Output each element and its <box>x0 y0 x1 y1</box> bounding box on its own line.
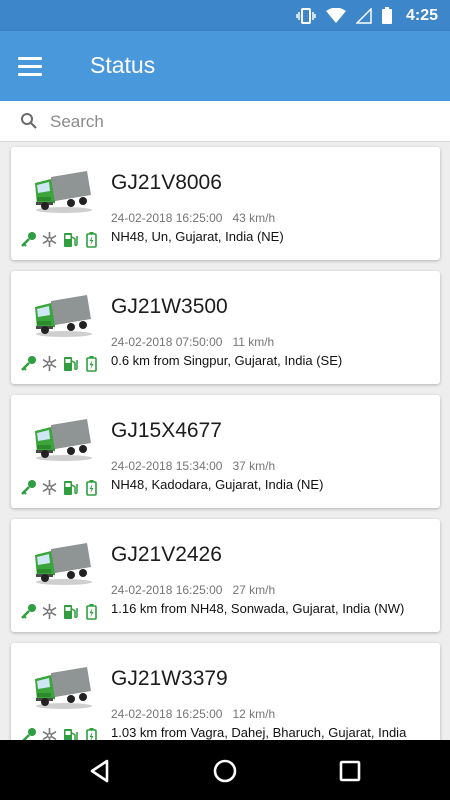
app-bar: Status <box>0 31 450 101</box>
ac-snowflake-icon <box>42 728 57 740</box>
speed: 11 km/h <box>232 335 275 349</box>
search-icon <box>21 113 37 129</box>
fuel-pump-icon <box>64 729 78 740</box>
vehicle-meta: 24-02-2018 16:25:00 27 km/h <box>111 583 275 597</box>
ac-snowflake-icon <box>42 480 57 495</box>
battery-icon <box>86 356 97 372</box>
recents-icon[interactable] <box>336 757 364 785</box>
truck-icon <box>35 419 92 461</box>
fuel-pump-icon <box>64 481 78 495</box>
page-title: Status <box>90 52 156 78</box>
battery-status-icon <box>381 7 392 24</box>
vehicle-id: GJ21W3500 <box>111 295 228 318</box>
hamburger-line <box>18 72 42 76</box>
vehicle-location: 1.03 km from Vagra, Dahej, Bharuch, Guja… <box>111 725 407 740</box>
ignition-key-icon <box>21 356 36 371</box>
clock: 4:25 <box>405 6 438 24</box>
status-icons <box>20 355 100 372</box>
home-icon[interactable] <box>211 757 239 785</box>
ignition-key-icon <box>21 480 36 495</box>
signal-icon <box>355 7 372 24</box>
truck-icon <box>35 543 92 585</box>
system-navigation-bar <box>0 740 450 800</box>
battery-icon <box>86 232 97 248</box>
ignition-key-icon <box>22 728 36 740</box>
truck-icon <box>35 295 92 337</box>
wifi-icon <box>325 7 346 23</box>
fuel-pump-icon <box>64 233 78 247</box>
speed: 37 km/h <box>232 459 276 473</box>
menu-button[interactable] <box>18 51 52 81</box>
ac-snowflake-icon <box>42 356 57 371</box>
truck-icon <box>35 667 92 709</box>
vehicle-id: GJ21V2426 <box>111 543 222 566</box>
ac-snowflake-icon <box>42 232 57 247</box>
status-icons <box>20 603 100 620</box>
speed: 43 km/h <box>232 211 276 225</box>
battery-icon <box>86 728 97 740</box>
vehicle-meta: 24-02-2018 16:25:00 12 km/h <box>111 707 275 721</box>
timestamp: 24-02-2018 16:25:00 <box>111 583 223 597</box>
hamburger-line <box>18 64 42 68</box>
truck-icon <box>35 171 92 213</box>
back-icon[interactable] <box>86 757 114 785</box>
timestamp: 24-02-2018 16:25:00 <box>111 707 223 721</box>
vehicle-id: GJ21W3379 <box>111 667 228 690</box>
hamburger-line <box>18 56 42 60</box>
ignition-key-icon <box>21 232 36 247</box>
vehicle-meta: 24-02-2018 15:34:00 37 km/h <box>111 459 275 473</box>
status-icons <box>20 727 100 740</box>
fuel-pump-icon <box>64 605 78 619</box>
search-input[interactable] <box>50 107 430 137</box>
vehicle-location: 0.6 km from Singpur, Gujarat, India (SE) <box>111 353 343 368</box>
battery-icon <box>86 480 97 496</box>
vehicle-meta: 24-02-2018 16:25:00 43 km/h <box>111 211 275 225</box>
vehicle-card[interactable]: GJ21V8006 24-02-2018 16:25:00 43 km/h NH4… <box>11 147 440 260</box>
vehicle-meta: 24-02-2018 07:50:00 11 km/h <box>111 335 274 349</box>
vehicle-id: GJ21V8006 <box>111 171 222 194</box>
status-icons <box>20 479 100 496</box>
system-status-bar: 4:25 <box>0 0 450 31</box>
ignition-key-icon <box>21 604 36 619</box>
ac-snowflake-icon <box>42 604 57 619</box>
vehicle-card[interactable]: GJ21W3500 24-02-2018 07:50:00 11 km/h 0.6… <box>11 271 440 384</box>
speed: 12 km/h <box>232 707 276 721</box>
timestamp: 24-02-2018 16:25:00 <box>111 211 223 225</box>
vehicle-card[interactable]: GJ21V2426 24-02-2018 16:25:00 27 km/h 1.1… <box>11 519 440 632</box>
search-bar <box>0 101 450 142</box>
vehicle-location: NH48, Un, Gujarat, India (NE) <box>111 229 284 244</box>
timestamp: 24-02-2018 07:50:00 <box>111 335 223 349</box>
vehicle-card[interactable]: GJ21W3379 24-02-2018 16:25:00 12 km/h 1.0… <box>11 643 440 740</box>
vehicle-id: GJ15X4677 <box>111 419 222 442</box>
vehicle-card[interactable]: GJ15X4677 24-02-2018 15:34:00 37 km/h NH4… <box>11 395 440 508</box>
vehicle-location: 1.16 km from NH48, Sonwada, Gujarat, Ind… <box>111 601 405 616</box>
vehicle-location: NH48, Kadodara, Gujarat, India (NE) <box>111 477 324 492</box>
battery-icon <box>86 604 97 620</box>
status-icons <box>20 231 100 248</box>
speed: 27 km/h <box>232 583 276 597</box>
vehicle-list: GJ21V8006 24-02-2018 16:25:00 43 km/h NH4… <box>0 142 450 740</box>
fuel-pump-icon <box>64 357 78 371</box>
vibrate-icon <box>296 7 316 24</box>
timestamp: 24-02-2018 15:34:00 <box>111 459 223 473</box>
